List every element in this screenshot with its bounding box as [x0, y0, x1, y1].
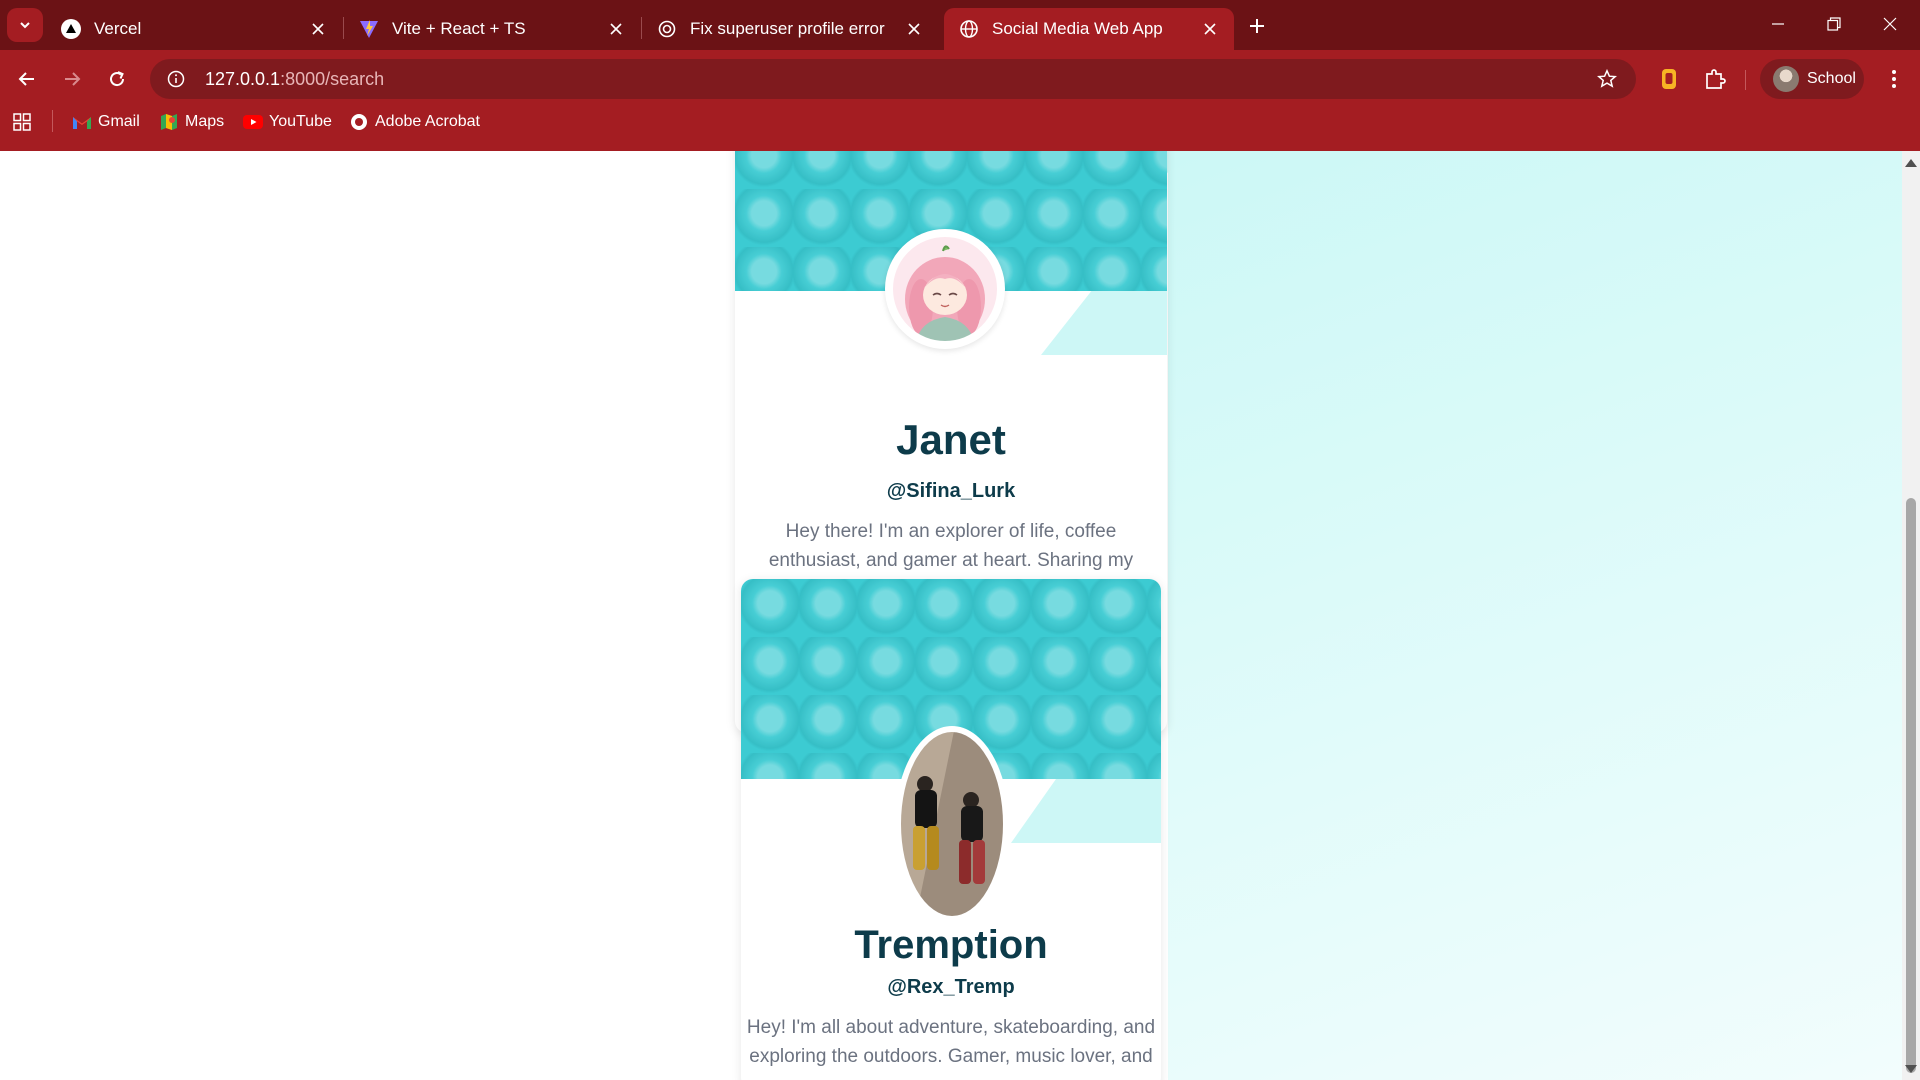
gmail-icon	[72, 112, 92, 132]
reload-icon	[110, 71, 125, 87]
vite-icon	[358, 18, 380, 40]
tab-search-button[interactable]	[7, 8, 43, 42]
profile-name[interactable]: Janet	[735, 416, 1167, 464]
profile-name[interactable]: Tremption	[741, 923, 1161, 968]
forward-button[interactable]	[53, 60, 91, 98]
tab-title: Vercel	[94, 19, 142, 38]
profile-label: School	[1807, 70, 1856, 87]
tab-title: Social Media Web App	[992, 19, 1163, 38]
avatar[interactable]	[895, 726, 1009, 922]
avatar[interactable]	[885, 229, 1005, 349]
reload-button[interactable]	[98, 60, 136, 98]
close-icon[interactable]	[304, 15, 332, 43]
openai-icon	[656, 18, 678, 40]
minimize-icon	[1772, 23, 1784, 25]
page-viewport: Janet @Sifina_Lurk Hey there! I'm an exp…	[0, 151, 1902, 1080]
puzzle-icon	[1706, 69, 1726, 89]
vercel-icon	[60, 18, 82, 40]
close-window-button[interactable]	[1862, 0, 1918, 48]
scrollbar-thumb[interactable]	[1906, 498, 1916, 1073]
address-bar[interactable]: 127.0.0.1:8000/search	[150, 59, 1636, 99]
url-text[interactable]: 127.0.0.1:8000/search	[205, 69, 384, 90]
close-icon[interactable]	[1196, 15, 1224, 43]
bookmark-divider	[52, 110, 53, 132]
bookmark-youtube[interactable]: YouTube	[243, 108, 332, 136]
profile-handle: @Sifina_Lurk	[886, 480, 1016, 502]
extension-badge-icon	[1662, 69, 1676, 89]
more-vertical-icon	[1892, 70, 1896, 88]
menu-button[interactable]	[1876, 61, 1912, 97]
apps-button[interactable]	[12, 108, 38, 136]
maps-icon	[159, 112, 179, 132]
tab-chatgpt[interactable]: Fix superuser profile error	[642, 8, 938, 50]
chevron-down-icon	[20, 22, 30, 29]
bookmark-label: Gmail	[98, 113, 140, 130]
tab-title: Fix superuser profile error	[690, 19, 885, 38]
scroll-down-arrow-icon[interactable]	[1905, 1065, 1917, 1073]
extension-button[interactable]	[1651, 61, 1687, 97]
url-host: 127.0.0.1	[205, 68, 281, 89]
arrow-left-icon	[18, 72, 34, 86]
tab-strip: Vercel Vite + React + TS Fix superuser p…	[0, 0, 1920, 50]
plus-icon	[1250, 19, 1264, 33]
bookmark-star-icon[interactable]	[1592, 64, 1622, 94]
profile-bio: Hey there! I'm an explorer of life, coff…	[768, 521, 1134, 571]
close-icon[interactable]	[900, 15, 928, 43]
bookmark-label: YouTube	[269, 113, 332, 130]
tab-vercel[interactable]: Vercel	[46, 8, 342, 50]
avatar	[1773, 66, 1799, 92]
tab-vite[interactable]: Vite + React + TS	[344, 8, 640, 50]
card-accent	[1011, 779, 1161, 843]
arrow-right-icon	[65, 72, 81, 86]
close-icon	[1883, 17, 1897, 31]
apps-grid-icon	[12, 112, 32, 132]
back-button[interactable]	[8, 60, 46, 98]
bookmark-label: Maps	[185, 113, 225, 130]
tab-title: Vite + React + TS	[392, 19, 526, 38]
close-icon[interactable]	[602, 15, 630, 43]
bookmark-adobe-acrobat[interactable]: Adobe Acrobat	[349, 108, 480, 136]
restore-button[interactable]	[1806, 0, 1862, 48]
youtube-icon	[243, 112, 263, 132]
card-accent	[1041, 291, 1167, 355]
profile-card[interactable]: Tremption @Rex_Tremp Hey! I'm all about …	[741, 579, 1161, 1080]
background-accent	[1168, 151, 1902, 1080]
globe-icon	[349, 112, 369, 132]
browser-toolbar: 127.0.0.1:8000/search School Gmail Maps	[0, 50, 1920, 158]
extensions-button[interactable]	[1697, 61, 1733, 97]
profile-bio: Hey! I'm all about adventure, skateboard…	[746, 1017, 1156, 1067]
globe-icon	[958, 18, 980, 40]
new-tab-button[interactable]	[1241, 10, 1273, 42]
page-scrollbar[interactable]	[1902, 151, 1920, 1080]
site-info-icon[interactable]	[161, 64, 191, 94]
profile-handle: @Rex_Tremp	[887, 976, 1015, 998]
profile-button[interactable]: School	[1760, 59, 1864, 99]
bookmark-maps[interactable]: Maps	[159, 108, 224, 136]
bookmark-label: Adobe Acrobat	[375, 113, 480, 130]
url-path: :8000/search	[280, 68, 385, 89]
toolbar-divider	[1745, 70, 1746, 90]
tab-social-media-web-app[interactable]: Social Media Web App	[944, 8, 1234, 50]
minimize-button[interactable]	[1750, 0, 1806, 48]
restore-icon	[1827, 17, 1841, 31]
scroll-up-arrow-icon[interactable]	[1905, 159, 1917, 167]
bookmark-gmail[interactable]: Gmail	[72, 108, 140, 136]
